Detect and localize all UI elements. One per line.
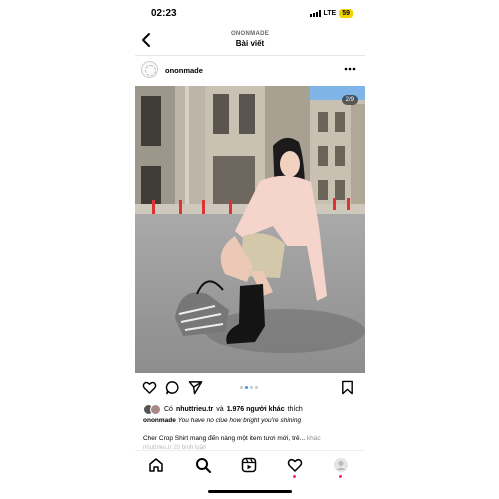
account-name: ONONMADE <box>230 31 270 37</box>
activity-heart-icon[interactable] <box>287 457 303 473</box>
header-divider <box>135 55 365 56</box>
carousel-dot <box>240 386 243 389</box>
home-icon[interactable] <box>148 457 164 473</box>
send-icon[interactable] <box>188 380 203 395</box>
signal-icon <box>309 10 321 17</box>
likes-line: Có nhuttrieu.tr và 1.976 người khác thíc… <box>143 403 363 415</box>
profile-notification-dot <box>339 475 342 478</box>
caption-line: ononmade You have no clue how bright you… <box>143 417 363 424</box>
avatar[interactable] <box>141 61 158 78</box>
more-horizontal-icon[interactable] <box>343 63 357 75</box>
carousel-dot <box>245 386 248 389</box>
post-photo-illustration <box>135 86 365 373</box>
post-photo[interactable]: 2/9 <box>135 86 365 373</box>
carousel-dots <box>240 386 258 389</box>
description-line: Cher Crop Shirt mang đến nàng một item t… <box>143 435 363 442</box>
status-time: 02:23 <box>151 8 177 19</box>
page-title: Bài viết <box>235 39 265 48</box>
description-text: Cher Crop Shirt mang đến nàng một item t… <box>143 435 306 442</box>
carousel-dot <box>255 386 258 389</box>
reels-icon[interactable] <box>241 457 257 473</box>
likes-connector: và <box>216 405 224 413</box>
search-icon[interactable] <box>195 457 211 473</box>
bookmark-icon[interactable] <box>340 380 355 395</box>
battery-indicator: 59 <box>339 9 353 18</box>
profile-avatar-icon[interactable] <box>333 457 349 473</box>
status-bar: 02:23 LTE 59 <box>135 6 365 24</box>
carousel-dot <box>250 386 253 389</box>
post-author-row: ononmade <box>135 58 365 82</box>
image-counter: 2/9 <box>341 95 358 105</box>
notification-dot <box>293 475 296 478</box>
liker-avatars[interactable] <box>143 403 161 415</box>
post-username[interactable]: ononmade <box>165 66 203 75</box>
network-label: LTE <box>323 10 337 17</box>
more-link[interactable]: khác <box>307 435 321 442</box>
caption-text: You have no clue how bright you're shini… <box>177 417 302 424</box>
likes-suffix: thích <box>287 405 303 413</box>
heart-icon[interactable] <box>142 380 157 395</box>
home-indicator[interactable] <box>208 490 292 493</box>
liker-avatar <box>150 403 161 415</box>
caption-username[interactable]: ononmade <box>143 417 176 424</box>
likes-others[interactable]: 1.976 người khác <box>227 406 285 413</box>
comment-icon[interactable] <box>165 380 180 395</box>
likes-user[interactable]: nhuttrieu.tr <box>176 406 213 413</box>
phone-screen: 02:23 LTE 59 ONONMADE Bài viết ononmade <box>135 0 365 499</box>
status-indicators: LTE 59 <box>309 9 353 18</box>
bottom-tab-bar <box>135 450 365 481</box>
post-actions <box>135 378 365 398</box>
post-header: ONONMADE Bài viết <box>135 28 365 52</box>
likes-prefix: Có <box>164 405 173 413</box>
